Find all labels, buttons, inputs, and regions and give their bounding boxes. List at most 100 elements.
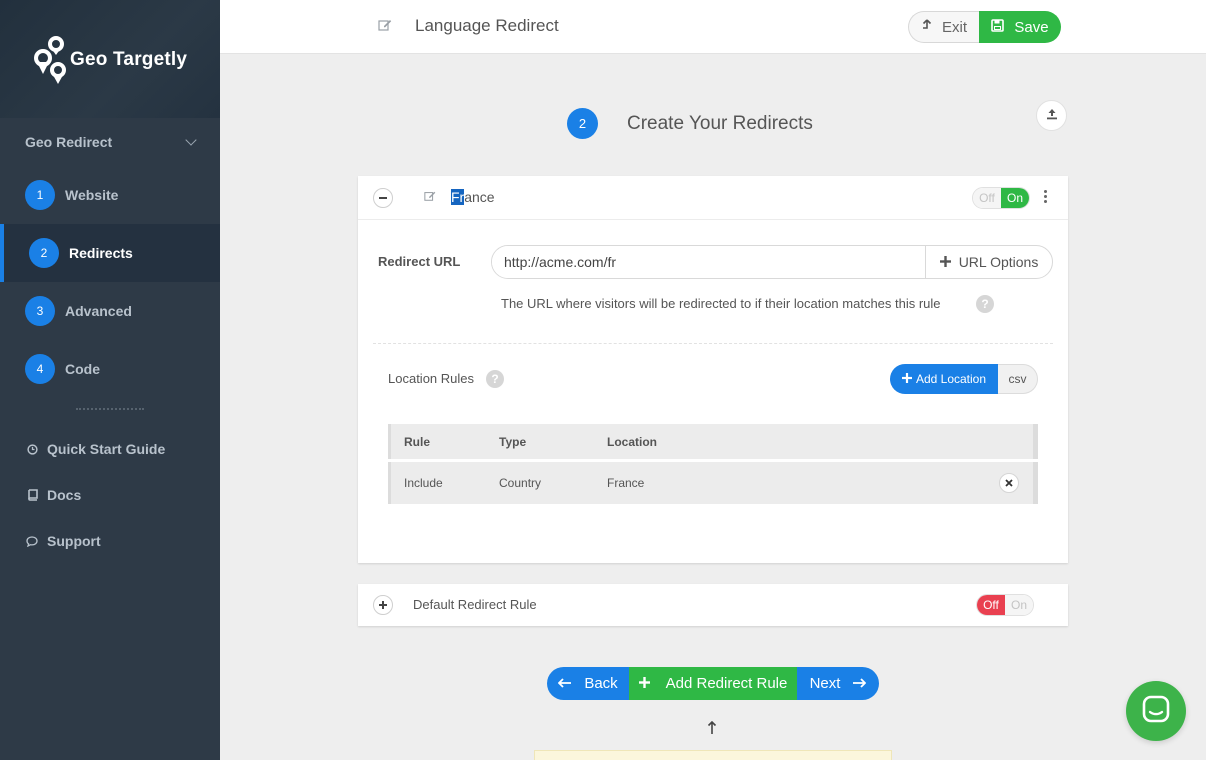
plus-icon <box>378 598 388 612</box>
table-row: Include Country France <box>388 462 1038 504</box>
redirect-url-help-text: The URL where visitors will be redirecte… <box>501 296 941 311</box>
sidebar: Geo Targetly Geo Redirect 1 Website 2 Re… <box>0 0 220 760</box>
page-title[interactable]: Language Redirect <box>415 16 559 36</box>
sidebar-item-label: Redirects <box>69 245 133 261</box>
toggle-on-option[interactable]: On <box>1001 188 1029 208</box>
logo-pins-icon <box>32 34 68 84</box>
redirect-url-group: URL Options <box>491 245 1053 279</box>
sidebar-item-code[interactable]: 4 Code <box>0 340 220 398</box>
sidebar-link-support[interactable]: Support <box>0 518 220 564</box>
redirect-url-input[interactable] <box>492 246 925 278</box>
url-options-label: URL Options <box>958 254 1039 270</box>
brand-name: Geo Targetly <box>70 49 188 70</box>
more-options-icon[interactable] <box>1042 190 1048 203</box>
sidebar-link-quick-start-guide[interactable]: Quick Start Guide <box>0 426 220 472</box>
rule-name[interactable]: France <box>451 189 495 205</box>
add-location-button[interactable]: Add Location <box>890 364 998 394</box>
step-number-badge: 4 <box>25 354 55 384</box>
arrow-up-icon <box>707 720 717 740</box>
sidebar-link-label: Support <box>47 533 101 549</box>
arrow-left-icon <box>558 675 572 692</box>
add-redirect-rule-label: Add Redirect Rule <box>665 675 788 692</box>
section-divider <box>373 343 1053 344</box>
arrow-right-icon <box>852 675 867 692</box>
exit-button[interactable]: Exit <box>908 11 980 43</box>
toggle-off-option[interactable]: Off <box>973 188 1001 208</box>
csv-button[interactable]: csv <box>998 364 1038 394</box>
default-rule-on-off-toggle[interactable]: Off On <box>976 594 1034 616</box>
default-rule-name: Default Redirect Rule <box>413 597 537 612</box>
floppy-disk-icon <box>991 18 1005 36</box>
sidebar-item-redirects[interactable]: 2 Redirects <box>0 224 220 282</box>
sidebar-item-advanced[interactable]: 3 Advanced <box>0 282 220 340</box>
book-icon <box>25 489 39 501</box>
edit-icon[interactable] <box>424 190 436 205</box>
column-header-location: Location <box>607 434 657 449</box>
url-options-button[interactable]: URL Options <box>925 246 1052 278</box>
rule-on-off-toggle[interactable]: Off On <box>972 187 1030 209</box>
cell-location: France <box>607 476 645 490</box>
redirect-url-label: Redirect URL <box>378 254 461 269</box>
add-redirect-rule-button[interactable]: Add Redirect Rule <box>629 667 797 700</box>
sidebar-section-geo-redirect[interactable]: Geo Redirect <box>0 118 220 166</box>
upload-button[interactable] <box>1036 100 1067 131</box>
location-rules-label: Location Rules <box>388 371 474 386</box>
next-label: Next <box>809 675 841 692</box>
exit-label: Exit <box>941 18 967 36</box>
column-header-type: Type <box>499 434 527 449</box>
sidebar-divider <box>76 408 144 410</box>
help-icon[interactable]: ? <box>486 370 504 388</box>
delete-row-button[interactable] <box>999 473 1019 493</box>
clock-icon <box>25 443 39 455</box>
help-icon[interactable]: ? <box>976 295 994 313</box>
top-bar: Language Redirect Exit Save <box>220 0 1206 54</box>
step-number-badge: 2 <box>567 108 598 139</box>
sidebar-item-website[interactable]: 1 Website <box>0 166 220 224</box>
next-button[interactable]: Next <box>797 667 879 700</box>
save-button[interactable]: Save <box>979 11 1061 43</box>
notice-box <box>534 750 892 760</box>
rule-name-text: ance <box>464 189 495 205</box>
chat-icon <box>1142 695 1170 728</box>
cell-type: Country <box>499 476 542 490</box>
step-title: Create Your Redirects <box>627 113 813 134</box>
column-header-rule: Rule <box>404 434 431 449</box>
expand-button[interactable] <box>373 595 393 615</box>
step-number-badge: 2 <box>29 238 59 268</box>
rule-card-header: France Off On <box>358 176 1068 220</box>
exit-icon <box>922 18 932 36</box>
save-label: Save <box>1014 18 1049 36</box>
upload-icon <box>1046 107 1058 125</box>
collapse-button[interactable] <box>373 188 393 208</box>
plus-icon <box>901 372 912 386</box>
rule-name-selected-text: Fr <box>451 189 465 205</box>
sidebar-item-label: Advanced <box>65 303 132 319</box>
sidebar-item-label: Code <box>65 361 100 377</box>
step-number-badge: 3 <box>25 296 55 326</box>
toggle-on-option[interactable]: On <box>1005 595 1033 615</box>
chat-widget-button[interactable] <box>1126 681 1186 741</box>
sidebar-link-docs[interactable]: Docs <box>0 472 220 518</box>
chat-bubble-icon <box>25 535 39 547</box>
back-button[interactable]: Back <box>547 667 629 700</box>
sidebar-link-label: Quick Start Guide <box>47 441 166 457</box>
minus-icon <box>378 191 388 205</box>
toggle-off-option[interactable]: Off <box>977 595 1005 615</box>
plus-icon <box>638 675 650 692</box>
plus-icon <box>939 254 951 270</box>
chevron-down-icon <box>185 134 197 146</box>
sidebar-section-label: Geo Redirect <box>25 134 113 150</box>
wizard-navigation: Back Add Redirect Rule Next <box>547 667 879 700</box>
table-header: Rule Type Location <box>388 424 1038 459</box>
default-redirect-rule-card: Default Redirect Rule Off On <box>358 584 1068 626</box>
location-rules-table: Rule Type Location Include Country Franc… <box>388 424 1038 504</box>
sidebar-link-label: Docs <box>47 487 82 503</box>
sidebar-item-label: Website <box>65 187 119 203</box>
add-location-label: Add Location <box>915 372 987 386</box>
close-icon <box>1005 476 1013 490</box>
redirect-rule-card: France Off On Redirect URL URL Options T… <box>358 176 1068 563</box>
brand-logo[interactable]: Geo Targetly <box>0 0 220 118</box>
back-label: Back <box>584 675 618 692</box>
step-number-badge: 1 <box>25 180 55 210</box>
edit-icon[interactable] <box>378 18 392 35</box>
